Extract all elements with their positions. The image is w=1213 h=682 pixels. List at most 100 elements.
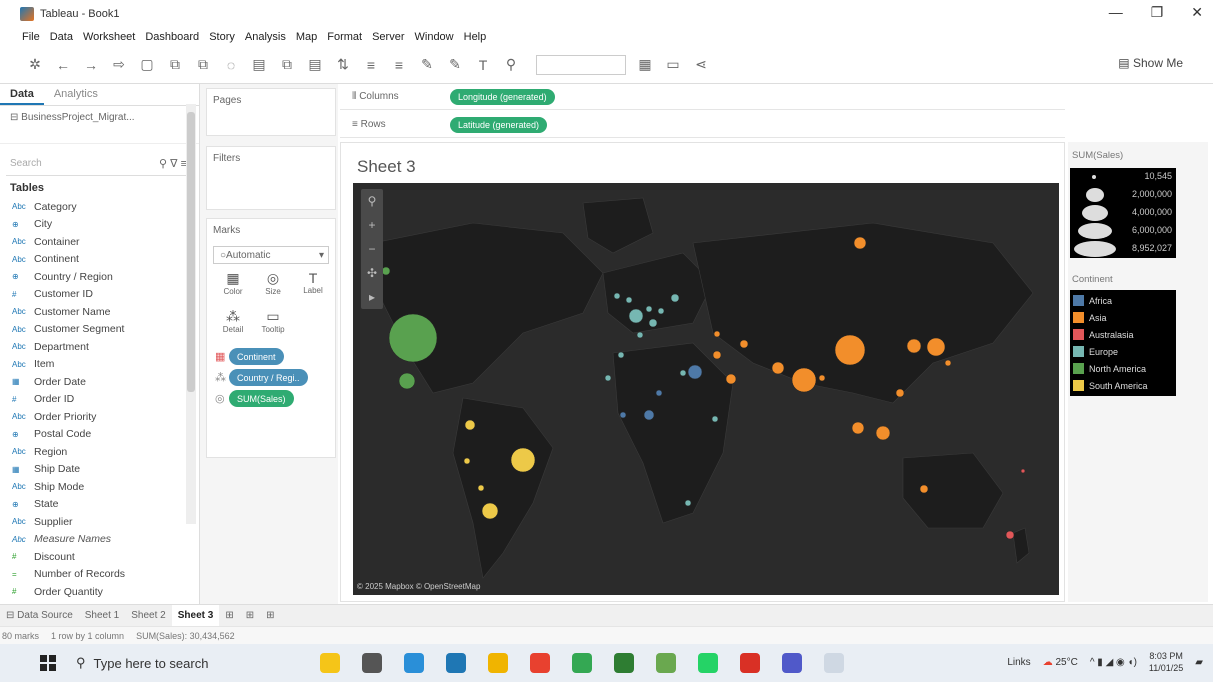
field-item[interactable]: ⊕ State — [0, 496, 199, 514]
sales-bubble[interactable] — [643, 409, 655, 421]
sales-bubble[interactable] — [712, 350, 722, 360]
latitude-pill[interactable]: Latitude (generated) — [450, 116, 548, 133]
tab-sheet-3[interactable]: Sheet 3 — [171, 604, 220, 627]
widgets-icon[interactable] — [320, 653, 340, 673]
new-datasource-icon[interactable]: ⧉ — [166, 56, 184, 73]
sales-bubble[interactable] — [895, 388, 905, 398]
continent-pill[interactable]: Continent — [229, 348, 284, 365]
sales-bubble[interactable] — [739, 339, 749, 349]
teams-icon[interactable] — [782, 653, 802, 673]
menu-story[interactable]: Story — [209, 31, 235, 43]
share-icon[interactable]: ⋖ — [692, 56, 710, 73]
field-item[interactable]: # Customer ID — [0, 286, 199, 304]
sales-bubble[interactable] — [463, 457, 471, 465]
sales-bubble[interactable] — [636, 331, 644, 339]
maximize-button[interactable]: ❐ — [1151, 4, 1164, 21]
color-button[interactable]: ▦ Color — [215, 270, 251, 304]
field-item[interactable]: Abc Continent — [0, 251, 199, 269]
chrome-icon[interactable] — [572, 653, 592, 673]
sales-bubble[interactable] — [645, 305, 653, 313]
field-item[interactable]: Abc Ship Mode — [0, 478, 199, 496]
sales-bubble[interactable] — [944, 359, 952, 367]
datasource-item[interactable]: ⊟ BusinessProject_Migrat... — [0, 106, 199, 144]
legend-item-north-america[interactable]: North America — [1070, 360, 1176, 377]
sales-bubble[interactable] — [617, 351, 625, 359]
sales-bubble[interactable] — [625, 296, 633, 304]
size-button[interactable]: ◎ Size — [255, 270, 291, 304]
size-legend[interactable]: 10,545 2,000,000 4,000,000 6,000,000 8,9… — [1070, 168, 1176, 258]
field-item[interactable]: ▦ Ship Date — [0, 461, 199, 479]
sales-bubble[interactable] — [679, 369, 687, 377]
zoom-out-icon[interactable]: − — [361, 237, 383, 261]
map-view[interactable]: ⚲ + − ✣ ▸ © 2025 Mapbox © OpenStreetMap — [353, 183, 1059, 595]
sales-bubble[interactable] — [851, 421, 865, 435]
tray-icons[interactable]: ^ ▮ ◢ ◉ ◖) — [1090, 657, 1137, 668]
sales-bubble[interactable] — [628, 308, 644, 324]
sales-bubble[interactable] — [648, 318, 658, 328]
sales-bubble[interactable] — [791, 367, 817, 393]
scrollbar-thumb[interactable] — [187, 112, 195, 392]
legend-item-australasia[interactable]: Australasia — [1070, 326, 1176, 343]
highlight-icon[interactable]: ✎ — [418, 56, 436, 73]
excel-icon[interactable] — [614, 653, 634, 673]
label-button[interactable]: T Label — [295, 270, 331, 304]
field-item[interactable]: Abc Customer Name — [0, 303, 199, 321]
clock[interactable]: 8:03 PM 11/01/25 — [1149, 650, 1183, 674]
sales-bubble[interactable] — [464, 419, 476, 431]
new-worksheet-tab-icon[interactable]: ⊞ — [219, 610, 239, 621]
pages-card[interactable]: Pages — [206, 88, 336, 136]
minimize-button[interactable]: — — [1109, 4, 1123, 21]
sales-bubble[interactable] — [906, 338, 922, 354]
pause-updates-icon[interactable]: ⧉ — [194, 56, 212, 73]
group-icon[interactable]: ✎ — [446, 56, 464, 73]
sheet-title[interactable]: Sheet 3 — [357, 157, 416, 177]
sales-bubble[interactable] — [670, 293, 680, 303]
longitude-pill[interactable]: Longitude (generated) — [450, 88, 555, 105]
presentation-icon[interactable]: ▭ — [664, 56, 682, 73]
sales-bubble[interactable] — [613, 292, 621, 300]
field-item[interactable]: Abc Measure Names — [0, 531, 199, 549]
sales-bubble[interactable] — [771, 361, 785, 375]
links-toolbar[interactable]: Links — [1007, 657, 1030, 668]
sales-bubble[interactable] — [510, 447, 536, 473]
field-item[interactable]: Abc Supplier — [0, 513, 199, 531]
field-item[interactable]: ▦ Order Date — [0, 373, 199, 391]
sales-bubble[interactable] — [926, 337, 946, 357]
country-region-pill[interactable]: Country / Regi.. — [229, 369, 308, 386]
sum-sales-pill[interactable]: SUM(Sales) — [229, 390, 294, 407]
menu-map[interactable]: Map — [296, 31, 317, 43]
forward-icon[interactable]: → — [82, 57, 100, 73]
field-item[interactable]: # Order ID — [0, 391, 199, 409]
edge-icon[interactable] — [404, 653, 424, 673]
sales-bubble[interactable] — [853, 236, 867, 250]
new-story-tab-icon[interactable]: ⊞ — [260, 610, 280, 621]
close-button[interactable]: ✕ — [1191, 4, 1203, 21]
tab-analytics[interactable]: Analytics — [44, 84, 108, 105]
field-list-scrollbar[interactable] — [186, 104, 196, 524]
legend-item-south-america[interactable]: South America — [1070, 377, 1176, 394]
menu-worksheet[interactable]: Worksheet — [83, 31, 135, 43]
field-item[interactable]: ⊕ Country / Region — [0, 268, 199, 286]
field-item[interactable]: Abc Department — [0, 338, 199, 356]
tab-sheet-2[interactable]: Sheet 2 — [125, 610, 171, 621]
sales-bubble[interactable] — [604, 374, 612, 382]
columns-shelf[interactable]: ⦀ Columns Longitude (generated) — [340, 84, 1065, 110]
acrobat-icon[interactable] — [740, 653, 760, 673]
save-icon[interactable]: ▢ — [138, 56, 156, 73]
fit-dropdown[interactable] — [536, 54, 626, 75]
tooltip-button[interactable]: ▭ Tooltip — [255, 308, 291, 342]
data-source-icon[interactable]: ⇨ — [110, 56, 128, 73]
sales-bubble[interactable] — [818, 374, 826, 382]
whatsapp-icon[interactable] — [698, 653, 718, 673]
pin-icon[interactable]: ⚲ — [502, 56, 520, 73]
menu-server[interactable]: Server — [372, 31, 404, 43]
field-item[interactable]: Abc Order Priority — [0, 408, 199, 426]
sales-bubble[interactable] — [398, 372, 416, 390]
sales-bubble[interactable] — [684, 499, 692, 507]
store-icon[interactable] — [446, 653, 466, 673]
sort-asc-icon[interactable]: ≡ — [362, 57, 380, 73]
tab-sheet-1[interactable]: Sheet 1 — [79, 610, 125, 621]
new-worksheet-icon[interactable]: ▤ — [250, 56, 268, 73]
sales-bubble[interactable] — [481, 502, 499, 520]
show-me-button[interactable]: ▤ Show Me — [1118, 56, 1183, 70]
